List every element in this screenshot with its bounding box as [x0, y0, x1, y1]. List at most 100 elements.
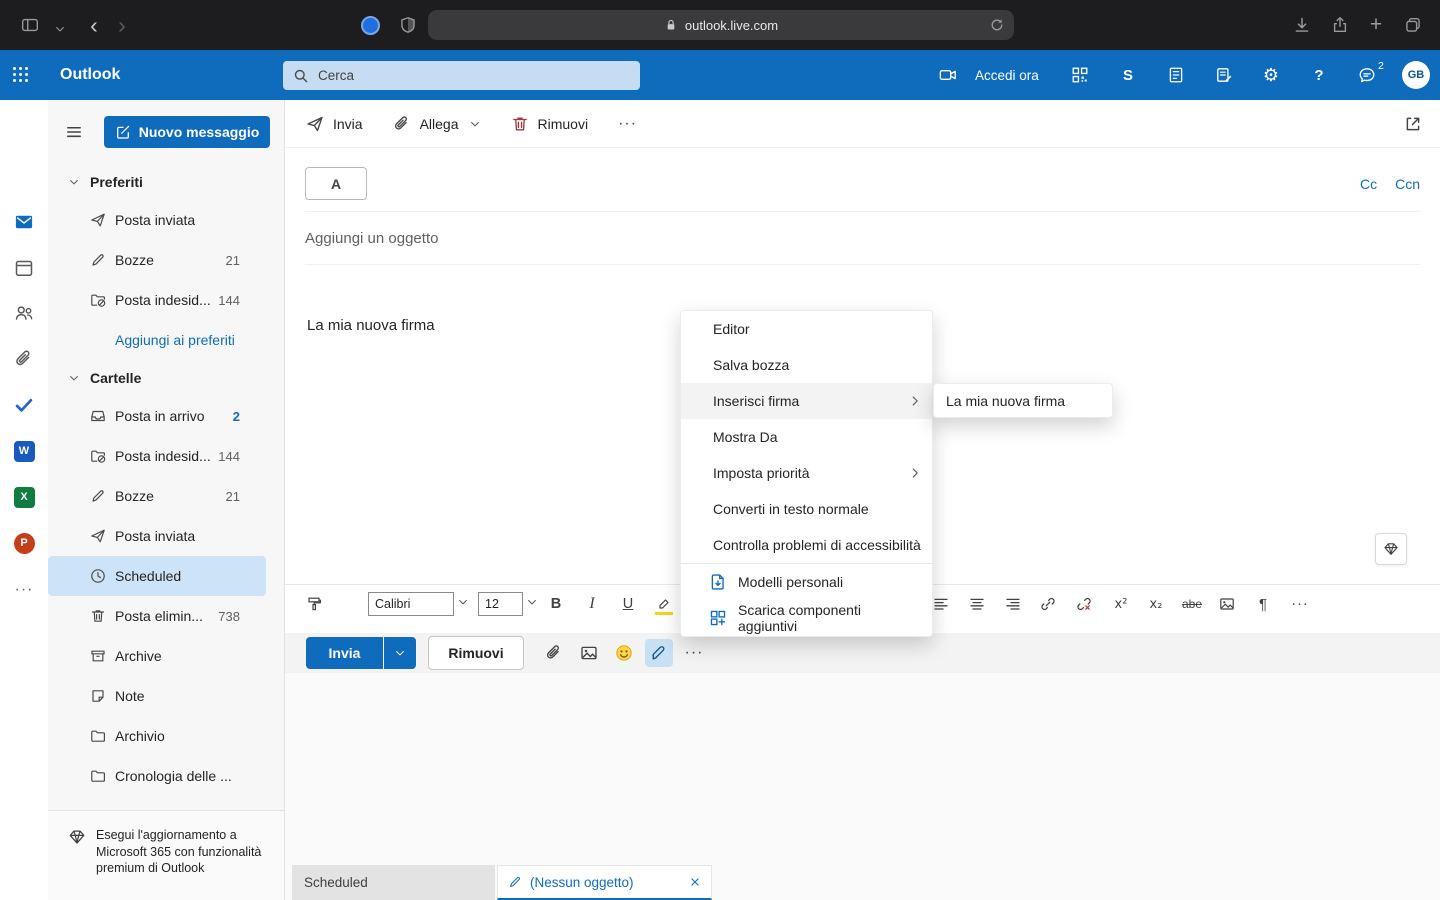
- cc-button[interactable]: Cc: [1360, 176, 1377, 192]
- todo-icon[interactable]: [13, 394, 35, 416]
- sidebar-toggle-icon[interactable]: [18, 14, 42, 36]
- attach-toolbar-button[interactable]: Allega: [393, 115, 481, 133]
- discard-button[interactable]: Rimuovi: [428, 636, 524, 670]
- powerpoint-icon[interactable]: P: [13, 532, 35, 554]
- insert-picture-icon[interactable]: [575, 639, 603, 667]
- paragraph-direction-icon[interactable]: ¶: [1249, 590, 1277, 618]
- settings-gear-icon[interactable]: ⚙: [1259, 63, 1283, 87]
- menu-item-modelli-personali[interactable]: Modelli personali: [681, 564, 932, 600]
- draw-pen-icon[interactable]: [645, 639, 673, 667]
- italic-icon[interactable]: I: [578, 590, 606, 618]
- align-right-icon[interactable]: [999, 590, 1027, 618]
- new-message-button[interactable]: Nuovo messaggio: [104, 116, 270, 148]
- folder-item-posta-inviata[interactable]: Posta inviata: [48, 516, 266, 556]
- avatar[interactable]: GB: [1402, 61, 1430, 89]
- menu-item-accessibilita[interactable]: Controlla problemi di accessibilità: [681, 527, 932, 563]
- formatting-overflow-icon[interactable]: ···: [1286, 590, 1314, 618]
- subscript-icon[interactable]: x₂: [1142, 590, 1170, 618]
- font-size-select[interactable]: 12: [478, 592, 523, 616]
- sidebar-item-posta-indesiderata[interactable]: Posta indesid... 144: [48, 280, 266, 320]
- folder-item-cronologia[interactable]: Cronologia delle ...: [48, 756, 266, 796]
- highlighter-icon[interactable]: [650, 590, 678, 618]
- folder-item-posta-in-arrivo[interactable]: Posta in arrivo 2: [48, 396, 266, 436]
- premium-diamond-button[interactable]: [1375, 533, 1407, 565]
- reader-icon[interactable]: [1164, 63, 1188, 87]
- hamburger-icon[interactable]: [65, 123, 83, 141]
- feedback-chat-icon[interactable]: [1355, 63, 1379, 87]
- attach-file-icon[interactable]: [540, 639, 568, 667]
- bold-icon[interactable]: B: [542, 590, 570, 618]
- open-in-new-window-icon[interactable]: [1404, 115, 1422, 133]
- sidebar-item-posta-inviata[interactable]: Posta inviata: [48, 200, 266, 240]
- download-icon[interactable]: [1290, 14, 1314, 36]
- reload-icon[interactable]: [989, 17, 1005, 33]
- toolbar-overflow-icon[interactable]: ···: [618, 115, 637, 133]
- subject-field[interactable]: Aggiungi un oggetto: [305, 212, 1420, 265]
- more-apps-icon[interactable]: ···: [13, 579, 35, 601]
- insert-link-icon[interactable]: [1034, 590, 1062, 618]
- qr-code-icon[interactable]: [1068, 63, 1092, 87]
- tab-scheduled[interactable]: Scheduled: [292, 865, 495, 900]
- chevron-down-icon[interactable]: [526, 596, 538, 608]
- format-painter-icon[interactable]: [300, 590, 328, 618]
- folder-item-posta-indesiderata[interactable]: Posta indesid... 144: [48, 436, 266, 476]
- discard-toolbar-button[interactable]: Rimuovi: [511, 115, 589, 133]
- to-button[interactable]: A: [305, 167, 367, 200]
- search-input[interactable]: Cerca: [283, 61, 640, 90]
- address-bar[interactable]: outlook.live.com: [428, 10, 1014, 40]
- menu-item-imposta-priorita[interactable]: Imposta priorità: [681, 455, 932, 491]
- bcc-button[interactable]: Ccn: [1395, 176, 1420, 192]
- attachments-icon[interactable]: [13, 348, 35, 370]
- folder-item-posta-eliminata[interactable]: Posta elimin... 738: [48, 596, 266, 636]
- underline-icon[interactable]: U: [614, 590, 642, 618]
- app-launcher-icon[interactable]: [13, 67, 29, 83]
- help-icon[interactable]: ?: [1307, 63, 1331, 87]
- word-icon[interactable]: W: [13, 440, 35, 462]
- font-name-select[interactable]: Calibri: [368, 592, 454, 616]
- menu-item-inserisci-firma[interactable]: Inserisci firma: [681, 383, 932, 419]
- send-button[interactable]: Invia: [306, 637, 383, 669]
- folder-item-archivio[interactable]: Archivio: [48, 716, 266, 756]
- notes-icon[interactable]: [1212, 63, 1236, 87]
- strikethrough-icon[interactable]: abe: [1178, 590, 1206, 618]
- align-center-icon[interactable]: [963, 590, 991, 618]
- folder-item-note[interactable]: Note: [48, 676, 266, 716]
- folder-item-scheduled[interactable]: Scheduled: [48, 556, 266, 596]
- skype-icon[interactable]: S: [1116, 63, 1140, 87]
- send-split-button[interactable]: Invia: [306, 637, 416, 669]
- send-toolbar-button[interactable]: Invia: [306, 115, 363, 133]
- share-icon[interactable]: [1328, 14, 1352, 36]
- new-tab-icon[interactable]: +: [1364, 14, 1388, 36]
- excel-icon[interactable]: X: [13, 486, 35, 508]
- camera-icon[interactable]: [936, 63, 960, 87]
- premium-upsell[interactable]: Esegui l'aggiornamento a Microsoft 365 c…: [48, 810, 284, 900]
- emoji-icon[interactable]: [610, 639, 638, 667]
- forward-icon[interactable]: ›: [110, 14, 134, 36]
- sidebar-item-bozze[interactable]: Bozze 21: [48, 240, 266, 280]
- chevron-down-icon[interactable]: [457, 596, 469, 608]
- tab-draft[interactable]: (Nessun oggetto): [497, 865, 712, 900]
- calendar-icon[interactable]: [13, 257, 35, 279]
- folder-item-archive[interactable]: Archive: [48, 636, 266, 676]
- people-icon[interactable]: [13, 302, 35, 324]
- to-field-row[interactable]: A Cc Ccn: [305, 156, 1420, 212]
- add-to-favorites-link[interactable]: Aggiungi ai preferiti: [48, 320, 284, 360]
- folders-section-header[interactable]: Cartelle: [48, 360, 284, 396]
- back-icon[interactable]: ‹: [82, 14, 106, 36]
- mail-icon[interactable]: [13, 211, 35, 233]
- close-icon[interactable]: [689, 876, 701, 888]
- menu-item-editor[interactable]: Editor: [681, 311, 932, 347]
- signin-link[interactable]: Accedi ora: [975, 50, 1039, 100]
- remove-link-icon[interactable]: [1070, 590, 1098, 618]
- menu-item-componenti-aggiuntivi[interactable]: Scarica componenti aggiuntivi: [681, 600, 932, 636]
- folder-item-bozze[interactable]: Bozze 21: [48, 476, 266, 516]
- insert-image-icon[interactable]: [1213, 590, 1241, 618]
- chevron-down-icon[interactable]: [48, 18, 72, 40]
- send-options-chevron-icon[interactable]: [384, 637, 416, 669]
- signature-submenu-item[interactable]: La mia nuova firma: [933, 383, 1113, 418]
- extension-icon[interactable]: [358, 14, 382, 36]
- superscript-icon[interactable]: x²: [1107, 590, 1135, 618]
- send-bar-overflow-icon[interactable]: ···: [680, 639, 708, 667]
- menu-item-mostra-da[interactable]: Mostra Da: [681, 419, 932, 455]
- shield-icon[interactable]: [396, 14, 420, 36]
